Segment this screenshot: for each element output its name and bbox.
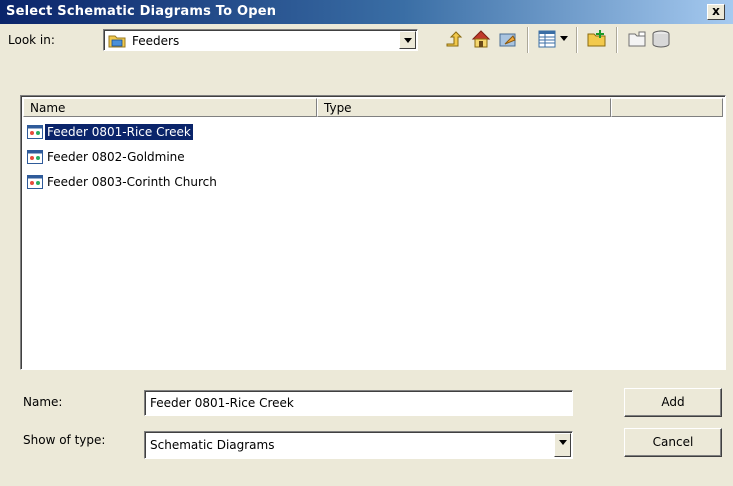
up-one-level-icon[interactable] — [444, 28, 466, 50]
name-field[interactable]: Feeder 0801-Rice Creek — [144, 390, 573, 416]
column-header-type[interactable]: Type — [317, 98, 611, 117]
look-in-label: Look in: — [8, 33, 55, 47]
file-list[interactable]: Name Type Feeder 0801-Rice Creek Feeder … — [20, 95, 726, 370]
schematic-diagram-icon — [27, 125, 43, 139]
list-item[interactable]: Feeder 0802-Goldmine — [27, 147, 187, 167]
add-button[interactable]: Add — [624, 388, 722, 417]
folder-icon — [108, 35, 126, 48]
dialog-title: Select Schematic Diagrams To Open — [6, 4, 277, 19]
view-details-icon[interactable] — [536, 28, 558, 50]
name-field-value: Feeder 0801-Rice Creek — [150, 396, 294, 410]
home-icon[interactable] — [470, 28, 492, 50]
delete-icon[interactable] — [650, 28, 672, 50]
list-item[interactable]: Feeder 0801-Rice Creek — [27, 122, 194, 142]
column-header-name[interactable]: Name — [23, 98, 317, 117]
name-label: Name: — [23, 395, 63, 409]
list-item-label: Feeder 0803-Corinth Church — [47, 175, 217, 189]
column-header-blank[interactable] — [611, 98, 723, 117]
schematic-diagram-icon — [27, 175, 43, 189]
list-item-label: Feeder 0801-Rice Creek — [44, 123, 194, 141]
show-of-type-label: Show of type: — [23, 433, 106, 447]
show-of-type-dropdown-button[interactable] — [554, 433, 571, 457]
show-of-type-value: Schematic Diagrams — [150, 438, 275, 452]
close-button[interactable]: x — [707, 4, 725, 20]
look-in-value: Feeders — [132, 34, 180, 48]
look-in-combo[interactable]: Feeders — [103, 29, 418, 51]
properties-icon[interactable] — [626, 28, 648, 50]
close-icon: x — [712, 4, 720, 18]
schematic-diagram-icon — [27, 150, 43, 164]
dialog-window: Select Schematic Diagrams To Open x Look… — [0, 0, 733, 486]
title-bar[interactable]: Select Schematic Diagrams To Open x — [0, 0, 733, 24]
toolbar-separator — [527, 27, 529, 53]
look-in-dropdown-button[interactable] — [399, 31, 416, 49]
list-item[interactable]: Feeder 0803-Corinth Church — [27, 172, 219, 192]
toolbar-separator — [616, 27, 618, 53]
view-dropdown-arrow-icon[interactable] — [560, 36, 569, 42]
toolbar-separator — [576, 27, 578, 53]
show-of-type-combo[interactable]: Schematic Diagrams — [144, 431, 573, 459]
new-folder-icon[interactable] — [586, 28, 608, 50]
list-item-label: Feeder 0802-Goldmine — [47, 150, 185, 164]
connect-folder-icon[interactable] — [497, 28, 519, 50]
cancel-button[interactable]: Cancel — [624, 428, 722, 457]
